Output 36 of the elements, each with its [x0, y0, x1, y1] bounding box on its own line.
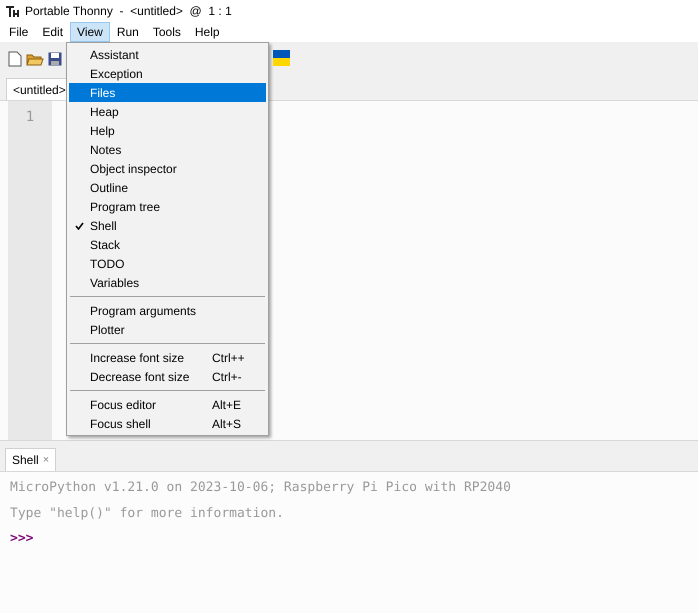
menu-item[interactable]: Run: [110, 22, 146, 42]
shell-prompt: >>>: [10, 530, 34, 548]
window-title: Portable Thonny - <untitled> @ 1 : 1: [25, 3, 232, 20]
menu-option[interactable]: Focus shell Alt+S: [69, 414, 266, 433]
menu-option[interactable]: Variables: [69, 273, 266, 292]
menu-item[interactable]: Tools: [146, 22, 188, 42]
menu-item[interactable]: View: [70, 22, 110, 42]
flag-icon[interactable]: [273, 50, 290, 66]
save-icon[interactable]: [48, 52, 62, 66]
menu-option[interactable]: Increase font size Ctrl++: [69, 348, 266, 367]
new-file-icon[interactable]: [8, 51, 22, 67]
menu-option[interactable]: Heap: [69, 102, 266, 121]
menu-option[interactable]: Outline: [69, 178, 266, 197]
menu-option[interactable]: Help: [69, 121, 266, 140]
menu-option[interactable]: Files: [69, 83, 266, 102]
shell-output: Type "help()" for more information.: [10, 504, 285, 522]
menu-item[interactable]: Help: [188, 22, 227, 42]
menu-item[interactable]: File: [2, 22, 36, 42]
menu-option[interactable]: Stack: [69, 235, 266, 254]
menu-option[interactable]: Object inspector: [69, 159, 266, 178]
shell-output: MicroPython v1.21.0 on 2023-10-06; Raspberry Pi Pico with RP2040: [10, 479, 512, 497]
menu-option[interactable]: Shell: [69, 216, 266, 235]
menu-option[interactable]: Program arguments: [69, 301, 266, 320]
app-logo-icon: [5, 4, 19, 18]
line-number: 1: [26, 108, 34, 127]
shell-tab[interactable]: Shell ×: [5, 448, 56, 471]
menu-option[interactable]: TODO: [69, 254, 266, 273]
check-icon: [75, 222, 84, 230]
close-icon[interactable]: ×: [42, 452, 50, 468]
menu-item[interactable]: Edit: [35, 22, 70, 42]
menu-option[interactable]: Decrease font size Ctrl+-: [69, 367, 266, 386]
menu-option[interactable]: Plotter: [69, 320, 266, 339]
menu-option[interactable]: Focus editor Alt+E: [69, 395, 266, 414]
menu-option[interactable]: Assistant: [69, 45, 266, 64]
menu-option[interactable]: Program tree: [69, 197, 266, 216]
menu-option[interactable]: Notes: [69, 140, 266, 159]
